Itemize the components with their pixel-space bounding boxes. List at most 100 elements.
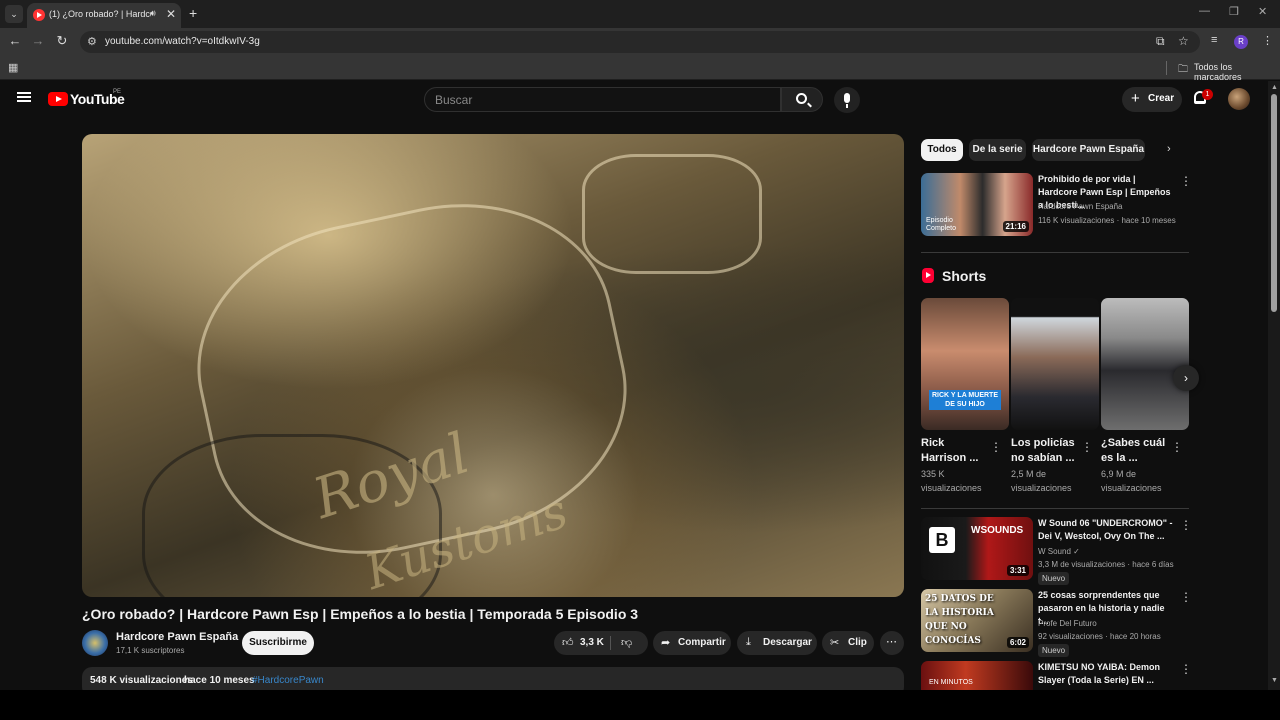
restore-icon[interactable]: ❐ bbox=[1229, 5, 1239, 18]
create-label: Crear bbox=[1148, 93, 1175, 104]
more-actions-button[interactable]: ⋯ bbox=[880, 631, 904, 655]
media-queue-icon[interactable]: ≡ bbox=[1211, 34, 1217, 46]
shorts-logo-icon bbox=[922, 268, 934, 283]
more-vertical-icon[interactable]: ⋮ bbox=[1171, 440, 1183, 454]
close-window-icon[interactable]: ✕ bbox=[1258, 5, 1267, 18]
share-button[interactable]: ➦ Compartir bbox=[653, 631, 731, 655]
new-badge: Nuevo bbox=[1038, 572, 1070, 585]
back-button[interactable]: ← bbox=[6, 33, 24, 48]
new-tab-button[interactable]: + bbox=[189, 5, 197, 21]
view-count: 548 K visualizaciones bbox=[90, 675, 193, 686]
short-title[interactable]: ¿Sabes cuál es la ... bbox=[1101, 436, 1171, 466]
short-thumbnail[interactable]: RICK Y LA MUERTE DE SU HIJO bbox=[921, 298, 1009, 430]
channel-avatar[interactable] bbox=[82, 630, 108, 656]
profile-avatar[interactable]: R bbox=[1234, 35, 1248, 49]
video-player[interactable]: Royal Kustoms bbox=[82, 134, 904, 597]
recommended-meta: 3,3 M de visualizaciones · hace 6 días bbox=[1038, 560, 1174, 569]
search-button[interactable] bbox=[781, 87, 823, 112]
plus-icon: + bbox=[1131, 90, 1140, 107]
recommended-thumbnail[interactable]: 25 DATOS DE LA HISTORIA QUE NO CONOCÍAS … bbox=[921, 589, 1033, 652]
new-badge: Nuevo bbox=[1038, 644, 1070, 657]
bookmark-star-icon[interactable]: ☆ bbox=[1178, 34, 1189, 48]
reload-button[interactable]: ↻ bbox=[53, 33, 71, 49]
folder-icon[interactable]: 🗀 bbox=[1178, 62, 1188, 79]
search-box[interactable] bbox=[424, 87, 781, 112]
more-vertical-icon[interactable]: ⋮ bbox=[1081, 440, 1093, 454]
like-dislike-group: 👍︎ 3,3 K 👎︎ bbox=[554, 631, 648, 655]
more-vertical-icon[interactable]: ⋮ bbox=[1180, 662, 1192, 676]
short-title[interactable]: Los policías no sabían ... bbox=[1011, 436, 1081, 466]
tab-close-icon[interactable]: ✕ bbox=[166, 7, 176, 21]
recommended-meta: 92 visualizaciones · hace 20 horas bbox=[1038, 632, 1161, 641]
dislike-icon[interactable]: 👎︎ bbox=[621, 636, 632, 649]
youtube-logo-icon[interactable] bbox=[48, 92, 68, 106]
subscribe-button[interactable]: Suscribirme bbox=[242, 631, 314, 655]
video-title: ¿Oro robado? | Hardcore Pawn Esp | Empeñ… bbox=[82, 606, 639, 622]
chip-series[interactable]: De la serie bbox=[969, 139, 1026, 161]
short-views: 335 K visualizaciones bbox=[921, 469, 982, 493]
like-icon[interactable]: 👍︎ bbox=[562, 636, 574, 649]
clip-button[interactable]: ✂ Clip bbox=[822, 631, 874, 655]
bookmarks-divider bbox=[1166, 61, 1167, 75]
recommended-thumbnail[interactable]: Episodio Completo 21:16 bbox=[921, 173, 1033, 236]
more-vertical-icon[interactable]: ⋮ bbox=[1180, 590, 1192, 604]
recommended-title[interactable]: W Sound 06 "UNDERCROMO" - Dei V, Westcol… bbox=[1038, 517, 1176, 543]
shorts-next-button[interactable]: › bbox=[1173, 365, 1199, 391]
thumbnail-caption: Episodio Completo bbox=[926, 217, 956, 232]
all-bookmarks-link[interactable]: Todos los marcadores bbox=[1194, 62, 1280, 82]
more-vertical-icon[interactable]: ⋮ bbox=[1180, 518, 1192, 532]
search-input[interactable] bbox=[435, 92, 765, 108]
short-thumbnail[interactable] bbox=[1101, 298, 1189, 430]
recommended-thumbnail[interactable]: EN MINUTOS bbox=[921, 661, 1033, 690]
short-views: 2,5 M de visualizaciones bbox=[1011, 469, 1072, 493]
recommended-channel[interactable]: W Sound ✓ bbox=[1038, 547, 1080, 556]
forward-button[interactable]: → bbox=[29, 33, 47, 48]
tab-search-button[interactable]: ⌄ bbox=[5, 5, 23, 23]
scrollbar-thumb[interactable] bbox=[1271, 94, 1277, 312]
browser-menu-icon[interactable]: ⋮ bbox=[1262, 34, 1273, 47]
chip-channel[interactable]: Hardcore Pawn España bbox=[1032, 139, 1145, 161]
channel-name[interactable]: Hardcore Pawn España bbox=[116, 631, 238, 643]
country-code: PE bbox=[113, 89, 122, 95]
share-label: Compartir bbox=[678, 637, 726, 648]
recommended-channel[interactable]: Profe Del Futuro bbox=[1038, 619, 1097, 628]
subscriber-count: 17,1 K suscriptores bbox=[116, 646, 185, 655]
download-button[interactable]: ⤓ Descargar bbox=[737, 631, 817, 655]
youtube-favicon-icon bbox=[33, 9, 45, 21]
more-horizontal-icon: ⋯ bbox=[886, 636, 897, 648]
address-bar[interactable]: ⚙ youtube.com/watch?v=oItdkwIV-3g ⧉ ☆ bbox=[80, 31, 1200, 53]
share-icon: ➦ bbox=[661, 637, 671, 649]
scroll-up-icon[interactable]: ▲ bbox=[1271, 84, 1278, 91]
more-vertical-icon[interactable]: ⋮ bbox=[1180, 174, 1192, 188]
voice-search-button[interactable] bbox=[834, 87, 860, 113]
url-text[interactable]: youtube.com/watch?v=oItdkwIV-3g bbox=[105, 36, 260, 47]
like-count[interactable]: 3,3 K bbox=[580, 637, 604, 648]
recommended-channel[interactable]: Hardcore Pawn España bbox=[1038, 202, 1123, 211]
search-icon bbox=[796, 93, 807, 104]
minimize-icon[interactable]: — bbox=[1199, 5, 1210, 17]
thumbnail-caption: RICK Y LA MUERTE DE SU HIJO bbox=[929, 390, 1001, 410]
cast-icon[interactable]: ⧉ bbox=[1156, 34, 1165, 49]
clip-label: Clip bbox=[848, 637, 867, 648]
audio-playing-icon[interactable]: 🔊︎ bbox=[150, 8, 156, 19]
account-avatar[interactable] bbox=[1228, 88, 1250, 110]
download-label: Descargar bbox=[763, 637, 812, 648]
create-button[interactable]: + Crear bbox=[1122, 87, 1182, 112]
recommended-thumbnail[interactable]: B WSOUNDS 3:31 bbox=[921, 517, 1033, 580]
short-thumbnail[interactable] bbox=[1011, 298, 1099, 430]
chip-all[interactable]: Todos bbox=[921, 139, 963, 161]
browser-tab[interactable]: (1) ¿Oro robado? | Hardcore Pawn Esp 🔊︎ … bbox=[27, 3, 181, 28]
short-title[interactable]: Rick Harrison ... bbox=[921, 436, 991, 466]
page-scrollbar[interactable]: ▲ ▼ bbox=[1268, 81, 1280, 690]
scroll-down-icon[interactable]: ▼ bbox=[1271, 677, 1278, 684]
recommended-title[interactable]: KIMETSU NO YAIBA: Demon Slayer (Toda la … bbox=[1038, 661, 1176, 687]
shorts-heading: Shorts bbox=[942, 268, 987, 284]
more-vertical-icon[interactable]: ⋮ bbox=[990, 440, 1002, 454]
site-info-icon[interactable]: ⚙ bbox=[87, 35, 97, 48]
channel-logo-icon: B bbox=[929, 527, 955, 553]
thumbnail-caption: WSOUNDS bbox=[971, 525, 1024, 536]
chevron-right-icon[interactable]: › bbox=[1167, 143, 1171, 155]
hashtag-link[interactable]: #HardcorePawn bbox=[252, 675, 324, 686]
apps-grid-icon[interactable]: ▦ bbox=[8, 61, 18, 74]
guide-menu-icon[interactable] bbox=[17, 92, 31, 102]
